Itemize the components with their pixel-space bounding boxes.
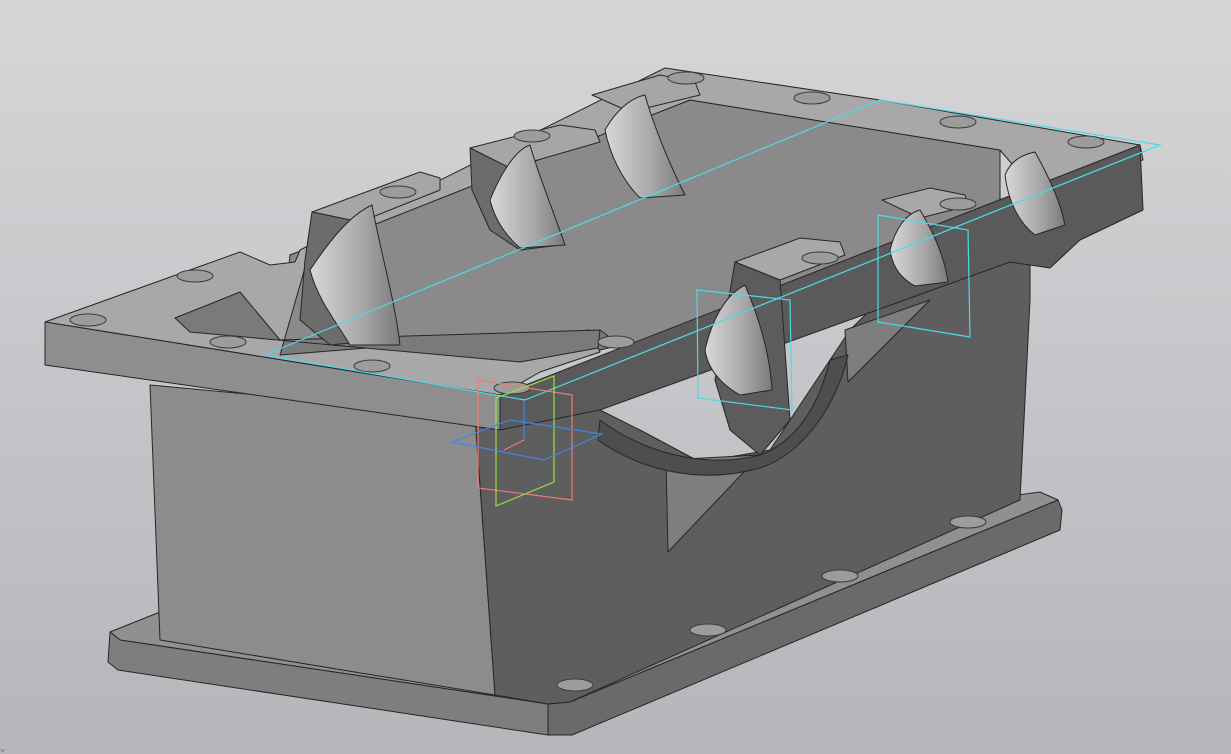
flange-hole-12 bbox=[1067, 135, 1105, 149]
flange-hole-5 bbox=[597, 335, 635, 349]
origin-indicator-icon: ⌄ bbox=[0, 744, 6, 754]
flange-hole-10 bbox=[793, 91, 831, 105]
flange-hole-13 bbox=[801, 251, 839, 265]
flange-hole-3 bbox=[353, 359, 391, 373]
gearbox-housing-model[interactable] bbox=[0, 0, 1231, 754]
flange-hole-1 bbox=[69, 313, 107, 327]
flange-hole-6 bbox=[176, 269, 214, 283]
flange-hole-14 bbox=[939, 197, 977, 211]
base-hole-4 bbox=[949, 515, 987, 529]
base-hole-3 bbox=[821, 569, 859, 583]
base-hole-2 bbox=[689, 623, 727, 637]
flange-hole-11 bbox=[939, 115, 977, 129]
cad-3d-viewport[interactable]: ⌄ bbox=[0, 0, 1231, 754]
base-hole-1 bbox=[556, 678, 594, 692]
flange-hole-2 bbox=[209, 335, 247, 349]
flange-hole-9 bbox=[667, 71, 705, 85]
flange-hole-8 bbox=[513, 129, 551, 143]
flange-hole-7 bbox=[379, 185, 417, 199]
